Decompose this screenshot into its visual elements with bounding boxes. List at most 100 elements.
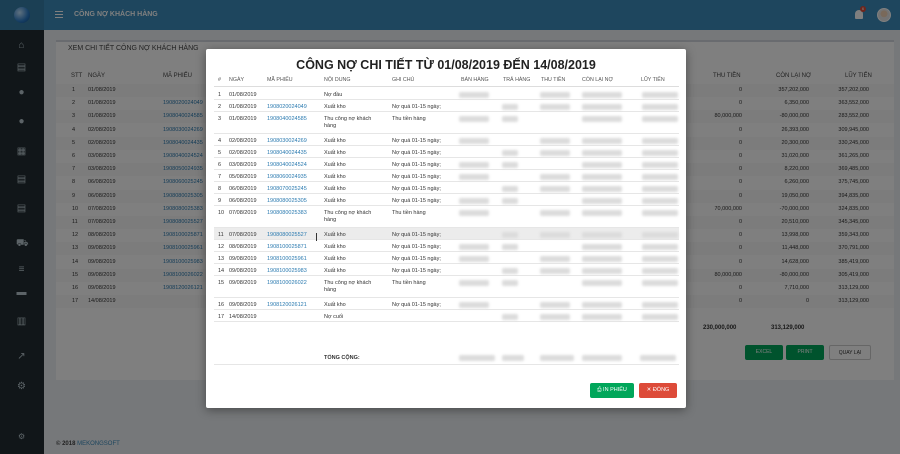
column-header: CÒN LẠI NỢ [582, 77, 614, 83]
table-cell: 06/08/2019 [229, 186, 257, 192]
table-cell: 02/08/2019 [229, 150, 257, 156]
table-cell[interactable]: 1908100025871 [267, 244, 322, 251]
table-cell: 3 [218, 116, 222, 122]
table-row[interactable]: 16 09/08/2019 1908120026121 Xuất kho Nợ quá … [214, 298, 679, 310]
close-button[interactable]: ✕ ĐÓNG [639, 383, 677, 398]
column-header: LŨY TIẾN [641, 77, 665, 83]
table-cell[interactable]: 1908040024435 [267, 150, 322, 157]
table-cell[interactable]: 1908070025245 [267, 186, 322, 193]
table-cell[interactable]: 1908030024269 [267, 138, 322, 145]
table-cell[interactable]: 1908100025983 [267, 268, 322, 275]
table-cell: Xuất kho [324, 138, 346, 144]
table-cell: Nợ quá 01-15 ngày; [392, 104, 441, 110]
table-cell: 5 [218, 150, 222, 156]
table-cell: Nợ quá 01-15 ngày; [392, 174, 441, 180]
table-cell[interactable]: 1908040024585 [267, 116, 322, 123]
table-cell: Thu công nợ khách hàng [324, 210, 372, 223]
table-cell: 16 [218, 302, 225, 308]
table-cell: 01/08/2019 [229, 104, 257, 110]
table-cell: 9 [218, 198, 222, 204]
table-cell: Thu công nợ khách hàng [324, 280, 372, 293]
table-row[interactable]: 3 01/08/2019 1908040024585 Thu công nợ khác… [214, 112, 679, 134]
table-cell[interactable]: 1908100025961 [267, 256, 322, 263]
print-slip-button[interactable]: ⎙ IN PHIẾU [590, 383, 634, 398]
table-cell: 07/08/2019 [229, 232, 257, 238]
table-cell: Xuất kho [324, 174, 346, 180]
table-cell: 06/08/2019 [229, 198, 257, 204]
table-cell: Xuất kho [324, 104, 346, 110]
text-cursor-icon [316, 233, 317, 241]
table-cell: Xuất kho [324, 198, 346, 204]
table-cell: Thu tiền hàng [392, 210, 426, 216]
column-header: THU TIỀN [541, 77, 566, 83]
table-row[interactable]: 2 01/08/2019 1908020024049 Xuất kho Nợ quá 0… [214, 100, 679, 112]
table-cell: Thu tiền hàng [392, 280, 426, 286]
table-row[interactable]: 13 09/08/2019 1908100025961 Xuất kho Nợ quá … [214, 252, 679, 264]
table-cell: 8 [218, 186, 222, 192]
table-cell[interactable]: 1908080025383 [267, 210, 322, 217]
column-header: NGÀY [229, 77, 245, 83]
table-cell[interactable]: 1908120026121 [267, 302, 322, 309]
table-row[interactable]: 5 02/08/2019 1908040024435 Xuất kho Nợ quá 0… [214, 146, 679, 158]
table-cell: Xuất kho [324, 268, 346, 274]
table-cell: Thu công nợ khách hàng [324, 116, 372, 129]
table-row[interactable]: 15 09/08/2019 1908100026022 Thu công nợ khá… [214, 276, 679, 298]
column-header: # [218, 77, 221, 83]
table-cell: Xuất kho [324, 150, 346, 156]
table-cell[interactable]: 1908040024524 [267, 162, 322, 169]
column-header: TRẢ HÀNG [503, 77, 531, 83]
table-cell: 11 [218, 232, 224, 238]
table-cell: Nợ quá 01-15 ngày; [392, 232, 441, 238]
total-row: TỔNG CỘNG: [214, 351, 679, 365]
table-cell: Nợ quá 01-15 ngày; [392, 150, 441, 156]
table-cell[interactable]: 1908100026022 [267, 280, 322, 287]
table-cell: 05/08/2019 [229, 174, 257, 180]
table-cell[interactable]: 1908080025305 [267, 198, 322, 205]
column-header: GHI CHÚ [392, 77, 415, 83]
table-row[interactable]: 9 06/08/2019 1908080025305 Xuất kho Nợ quá 0… [214, 194, 679, 206]
table-row[interactable]: 10 07/08/2019 1908080025383 Thu công nợ khá… [214, 206, 679, 228]
table-cell: 09/08/2019 [229, 256, 257, 262]
table-row[interactable]: 11 07/08/2019 1908080025527 Xuất kho Nợ quá … [214, 228, 679, 240]
table-row[interactable]: 1 01/08/2019 Nợ đầu [214, 88, 679, 100]
table-cell: Nợ quá 01-15 ngày; [392, 162, 441, 168]
table-cell: 10 [218, 210, 225, 216]
table-cell: 17 [218, 314, 225, 320]
debt-detail-modal: CÔNG NỢ CHI TIẾT TỪ 01/08/2019 ĐẾN 14/08… [206, 49, 686, 408]
table-row[interactable]: 7 05/08/2019 1908060024935 Xuất kho Nợ quá 0… [214, 170, 679, 182]
table-cell: 09/08/2019 [229, 268, 257, 274]
table-cell[interactable]: 1908060024935 [267, 174, 322, 181]
table-cell[interactable]: 1908020024049 [267, 104, 322, 111]
table-cell: Nợ quá 01-15 ngày; [392, 198, 441, 204]
table-cell: 12 [218, 244, 225, 250]
table-cell: Nợ quá 01-15 ngày; [392, 268, 441, 274]
table-row[interactable]: 4 02/08/2019 1908030024269 Xuất kho Nợ quá 0… [214, 134, 679, 146]
table-row[interactable]: 14 09/08/2019 1908100025983 Xuất kho Nợ quá … [214, 264, 679, 276]
table-cell: 08/08/2019 [229, 244, 257, 250]
table-cell: 6 [218, 162, 222, 168]
table-cell: Nợ quá 01-15 ngày; [392, 256, 441, 262]
table-row[interactable]: 12 08/08/2019 1908100025871 Xuất kho Nợ quá … [214, 240, 679, 252]
table-cell: 01/08/2019 [229, 92, 257, 98]
table-cell: Nợ quá 01-15 ngày; [392, 138, 441, 144]
print-slip-label: IN PHIẾU [603, 387, 627, 393]
table-cell: Xuất kho [324, 256, 346, 262]
table-cell: 03/08/2019 [229, 162, 257, 168]
table-cell: 02/08/2019 [229, 138, 257, 144]
table-cell: 09/08/2019 [229, 302, 257, 308]
table-row[interactable]: 8 06/08/2019 1908070025245 Xuất kho Nợ quá 0… [214, 182, 679, 194]
table-cell: 09/08/2019 [229, 280, 257, 286]
table-cell: 4 [218, 138, 222, 144]
table-row[interactable]: 17 14/08/2019 Nợ cuối [214, 310, 679, 322]
table-cell: Xuất kho [324, 162, 346, 168]
table-cell: Xuất kho [324, 186, 346, 192]
column-header: NỘI DUNG [324, 77, 351, 83]
table-cell[interactable]: 1908080025527 [267, 232, 322, 239]
table-cell: Thu tiền hàng [392, 116, 426, 122]
table-cell: Nợ đầu [324, 92, 343, 98]
table-cell: Nợ quá 01-15 ngày; [392, 302, 441, 308]
table-cell: Nợ quá 01-15 ngày; [392, 244, 441, 250]
table-header: # NGÀY MÃ PHIẾU NỘI DUNG GHI CHÚ BÁN HÀN… [214, 73, 679, 87]
table-row[interactable]: 6 03/08/2019 1908040024524 Xuất kho Nợ quá 0… [214, 158, 679, 170]
close-label: ĐÓNG [652, 387, 670, 393]
